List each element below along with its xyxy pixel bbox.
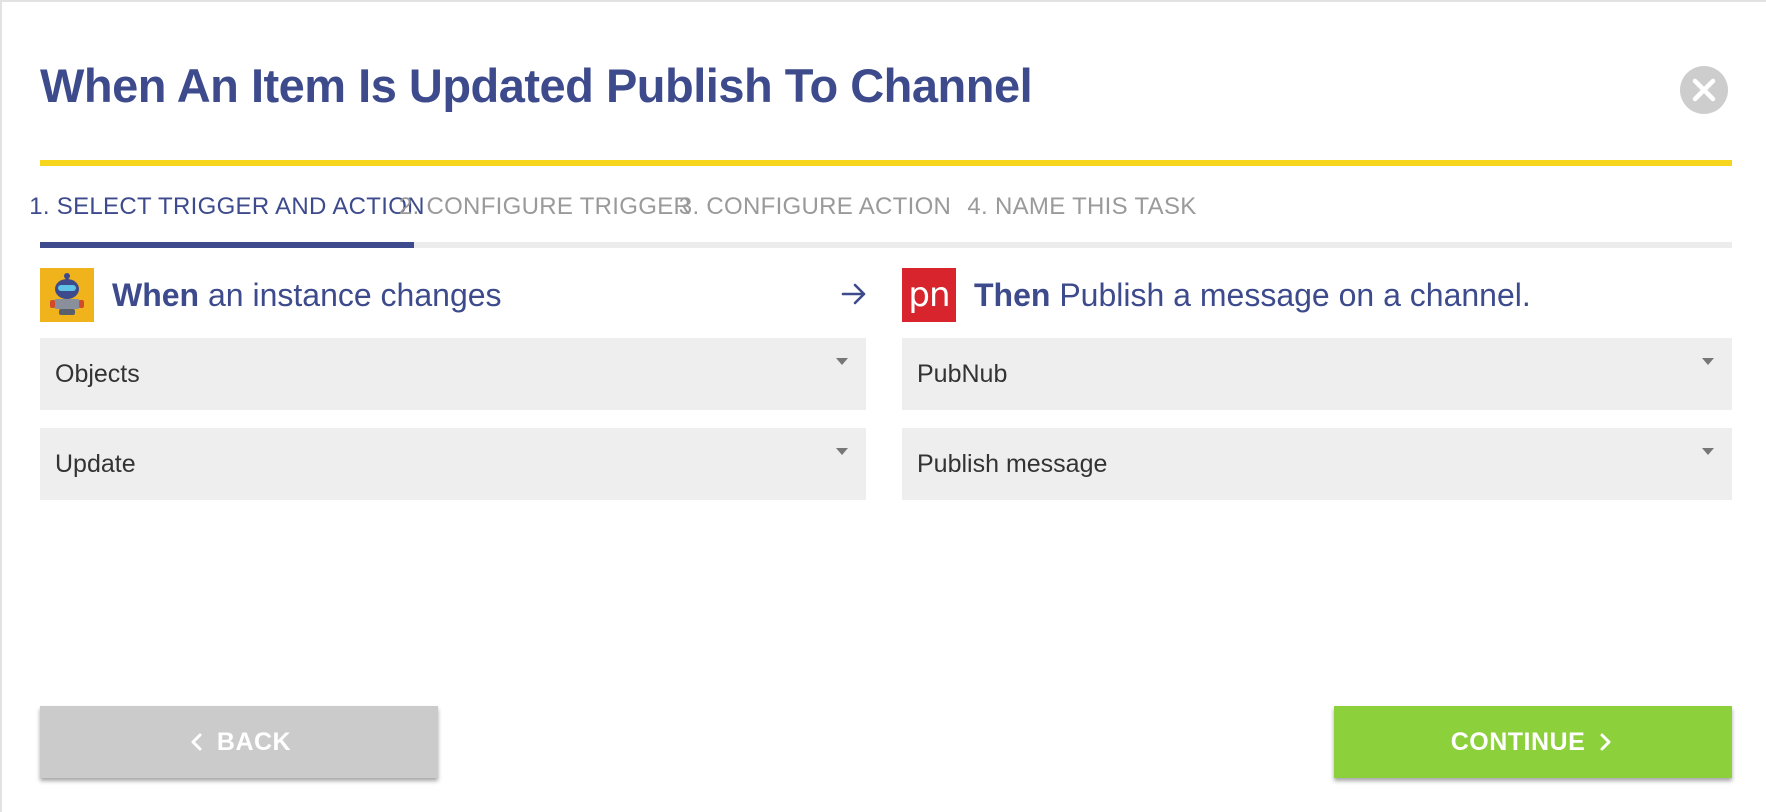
chevron-left-icon: [191, 733, 202, 751]
chevron-down-icon: [1702, 358, 1714, 365]
action-app-select[interactable]: PubNub: [902, 338, 1732, 410]
action-event-select[interactable]: Publish message: [902, 428, 1732, 500]
dialog-title: When An Item Is Updated Publish To Chann…: [40, 59, 1033, 112]
close-icon: [1692, 78, 1716, 102]
action-keyword: Then: [974, 276, 1051, 313]
back-button[interactable]: BACK: [40, 706, 438, 778]
back-button-label: BACK: [216, 727, 292, 756]
pubnub-logo-text: pn: [908, 275, 950, 315]
tab-select-trigger-and-action[interactable]: 1. SELECT TRIGGER AND ACTION: [29, 166, 424, 248]
robot-logo-icon: [40, 268, 94, 322]
trigger-event-select[interactable]: Update: [40, 428, 866, 500]
tab-configure-action[interactable]: 3. CONFIGURE ACTION: [676, 166, 954, 248]
chevron-down-icon: [836, 358, 848, 365]
chevron-down-icon: [836, 448, 848, 455]
chevron-right-icon: [1600, 733, 1611, 751]
action-app-value: PubNub: [917, 359, 1008, 388]
trigger-event-value: Update: [55, 449, 136, 478]
pubnub-logo-icon: pn: [902, 268, 956, 322]
trigger-keyword: When: [112, 276, 200, 313]
wizard-tabs: 1. SELECT TRIGGER AND ACTION 2. CONFIGUR…: [29, 166, 1732, 248]
active-tab-indicator: [40, 242, 414, 248]
action-text: Publish a message on a channel.: [1050, 276, 1531, 313]
tab-name-this-task[interactable]: 4. NAME THIS TASK: [954, 166, 1210, 248]
action-event-value: Publish message: [917, 449, 1108, 478]
trigger-app-select[interactable]: Objects: [40, 338, 866, 410]
close-button[interactable]: [1680, 66, 1728, 114]
continue-button-label: CONTINUE: [1450, 727, 1586, 756]
action-header: pn Then Publish a message on a channel.: [902, 268, 1531, 322]
trigger-description: When an instance changes: [112, 277, 502, 314]
trigger-text: an instance changes: [199, 276, 502, 313]
trigger-header: When an instance changes: [40, 268, 502, 322]
trigger-app-value: Objects: [55, 359, 140, 388]
chevron-down-icon: [1702, 448, 1714, 455]
continue-button[interactable]: CONTINUE: [1334, 706, 1732, 778]
tab-configure-trigger[interactable]: 2. CONFIGURE TRIGGER: [399, 166, 691, 248]
arrow-right-icon: [841, 283, 866, 305]
action-description: Then Publish a message on a channel.: [974, 277, 1531, 314]
task-dialog: When An Item Is Updated Publish To Chann…: [0, 0, 1766, 812]
